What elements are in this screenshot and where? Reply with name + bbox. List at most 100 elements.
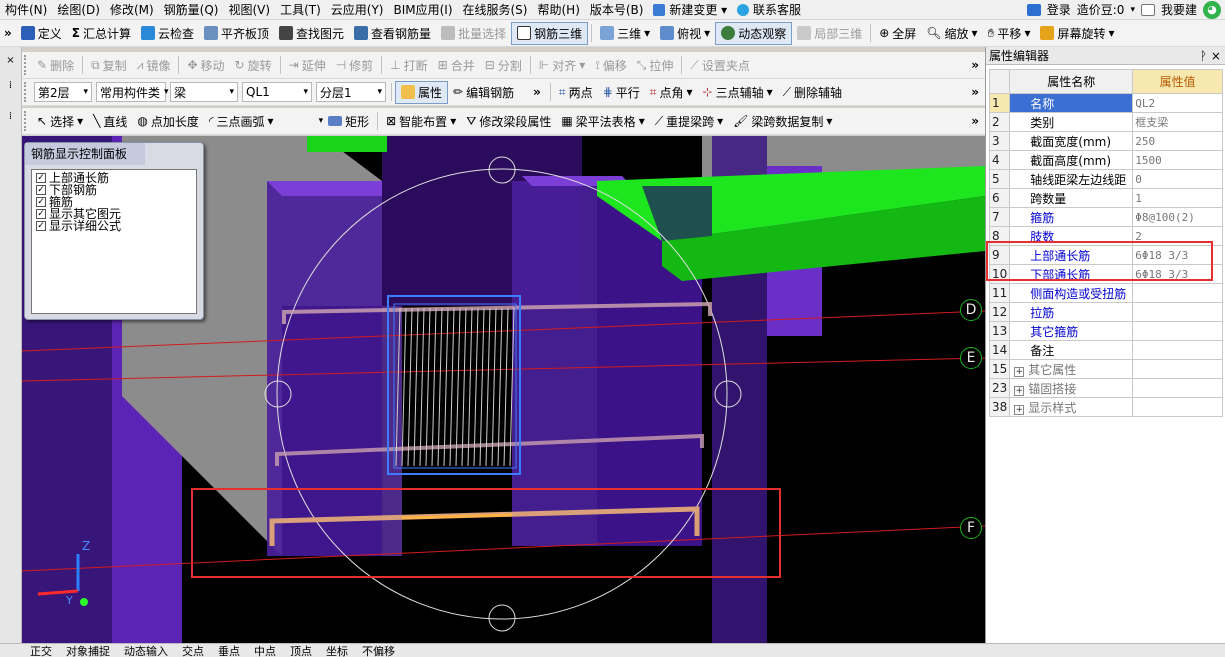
status-toggle[interactable]: 中点 [254, 644, 276, 657]
menu-item-contact[interactable]: 联系客服 [732, 1, 806, 18]
beans-dropdown-icon[interactable]: ▾ [1130, 5, 1135, 15]
pan-button[interactable]: ✋︎ 平移 ▾ [983, 22, 1036, 45]
option-show-formula[interactable]: ✓ 显示详细公式 [36, 220, 192, 232]
align-button[interactable]: ⊩ 对齐 ▾ [534, 54, 591, 77]
toolbar3-overflow[interactable]: » [965, 85, 985, 99]
status-toggle[interactable]: 顶点 [290, 644, 312, 657]
property-value[interactable]: QL2 [1132, 93, 1223, 113]
view-rebar-qty-button[interactable]: 查看钢筋量 [349, 22, 436, 45]
extend-button[interactable]: ⇥ 延伸 [284, 54, 331, 77]
three-point-arc-button[interactable]: ◜ 三点画弧 ▾ [204, 110, 279, 133]
trim-button[interactable]: ⊣ 修剪 [331, 54, 378, 77]
reextract-span-button[interactable]: ⟋ 重提梁跨 ▾ [650, 110, 728, 133]
flush-slab-top-button[interactable]: 平齐板顶 [199, 22, 274, 45]
dynamic-orbit-button[interactable]: 动态观察 [715, 21, 793, 45]
property-row[interactable]: 13 其它箍筋 [988, 321, 1223, 341]
move-button[interactable]: ✥ 移动 [182, 54, 229, 77]
parallel-button[interactable]: ⋕ 平行 [598, 81, 645, 104]
assistant-badge[interactable]: ◕ [1203, 0, 1221, 19]
toolbar2-overflow[interactable]: » [965, 58, 985, 72]
property-value[interactable] [1132, 302, 1223, 322]
menu-item-help[interactable]: 帮助(H) [532, 1, 584, 18]
two-points-button[interactable]: ⌗ 两点 [554, 81, 598, 104]
property-value[interactable]: 0 [1132, 169, 1223, 189]
beam-table-button[interactable]: ▦ 梁平法表格 ▾ [556, 110, 649, 133]
property-row[interactable]: 23 + 锚固搭接 [988, 378, 1223, 398]
menu-item-version[interactable]: 版本号(B) [585, 1, 649, 18]
expand-plus-icon[interactable]: + [1014, 385, 1025, 396]
merge-button[interactable]: ⊞ 合并 [433, 54, 480, 77]
status-toggle[interactable]: 坐标 [326, 644, 348, 657]
menu-item-online[interactable]: 在线服务(S) [458, 1, 533, 18]
property-value[interactable]: 1500 [1132, 150, 1223, 170]
status-toggle[interactable]: 动态输入 [124, 644, 168, 657]
property-value[interactable]: 1 [1132, 188, 1223, 208]
login-link[interactable]: 登录 [1047, 1, 1071, 18]
status-toggle[interactable]: 垂点 [218, 644, 240, 657]
mirror-button[interactable]: ⩘ 镜像 [132, 54, 176, 77]
category-select[interactable]: 常用构件类 ▾ [96, 82, 169, 102]
define-button[interactable]: 定义 [16, 22, 67, 45]
property-row[interactable]: 3 截面宽度(mm) 250 [988, 131, 1223, 151]
toolbar-grip[interactable] [24, 82, 30, 102]
point-angle-button[interactable]: ⌗ 点角 ▾ [645, 81, 698, 104]
property-row[interactable]: 5 轴线距梁左边线距 0 [988, 169, 1223, 189]
top-view-button[interactable]: 俯视 ▾ [655, 22, 715, 45]
local-3d-button[interactable]: 局部三维 [792, 22, 867, 45]
menu-item-rebar-quantity[interactable]: 钢筋量(Q) [159, 1, 224, 18]
smart-layout-button[interactable]: ⊠ 智能布置 ▾ [381, 110, 461, 133]
fullscreen-button[interactable]: ⊕ 全屏 [874, 22, 921, 45]
status-toggle[interactable]: 交点 [182, 644, 204, 657]
layer-select[interactable]: 分层1 ▾ [316, 82, 386, 102]
toolbar4-overflow[interactable]: » [965, 114, 985, 128]
batch-select-button[interactable]: 批量选择 [436, 22, 511, 45]
copy-button[interactable]: ⧉ 复制 [86, 54, 132, 77]
menu-item-draw[interactable]: 绘图(D) [52, 1, 105, 18]
property-value[interactable]: 框支梁 [1132, 112, 1223, 132]
delete-button[interactable]: ✎ 删除 [32, 54, 79, 77]
expand-plus-icon[interactable]: + [1014, 404, 1025, 415]
property-row[interactable]: 38 + 显示样式 [988, 397, 1223, 417]
property-row[interactable]: 11 侧面构造或受扭筋 [988, 283, 1223, 303]
zoom-button[interactable]: 🔍︎ 缩放 ▾ [921, 22, 982, 45]
property-row[interactable]: 2 类别 框支梁 [988, 112, 1223, 132]
property-value[interactable]: Φ8@100(2) [1132, 207, 1223, 227]
menu-item-bim[interactable]: BIM应用(I) [388, 1, 457, 18]
type-select[interactable]: 梁 ▾ [170, 82, 238, 102]
left-strip-grip[interactable]: ⁞ [0, 80, 21, 91]
element-select[interactable]: QL1 ▾ [242, 82, 312, 102]
property-row[interactable]: 7 箍筋 Φ8@100(2) [988, 207, 1223, 227]
property-value[interactable] [1132, 378, 1223, 398]
rectangle-button[interactable]: 矩形 [323, 110, 374, 133]
property-row[interactable]: 1 名称 QL2 [988, 93, 1223, 113]
line-button[interactable]: ╲ 直线 [88, 110, 132, 133]
property-value[interactable] [1132, 397, 1223, 417]
menu-item-modify[interactable]: 修改(M) [105, 1, 159, 18]
set-grip-button[interactable]: ⟋ 设置夹点 [685, 54, 754, 77]
three-point-axis-button[interactable]: ⊹ 三点辅轴 ▾ [698, 81, 778, 104]
rotate-element-button[interactable]: ↻ 旋转 [230, 54, 277, 77]
summary-calc-button[interactable]: Σ 汇总计算 [67, 22, 136, 45]
span-data-copy-button[interactable]: 🖌︎ 梁跨数据复制 ▾ [728, 110, 837, 133]
break-button[interactable]: ⊥ 打断 [385, 54, 432, 77]
3d-view-button[interactable]: 三维 ▾ [595, 22, 655, 45]
menu-item-view[interactable]: 视图(V) [223, 1, 275, 18]
property-value[interactable]: 250 [1132, 131, 1223, 151]
menu-item-new-change[interactable]: 新建变更 ▾ [648, 1, 732, 18]
property-row[interactable]: 14 备注 [988, 340, 1223, 360]
suggest-link[interactable]: 我要建 [1161, 1, 1197, 18]
menu-item-cloud[interactable]: 云应用(Y) [326, 1, 389, 18]
property-row[interactable]: 12 拉筋 [988, 302, 1223, 322]
toolbar3a-overflow[interactable]: » [527, 85, 547, 99]
offset-button[interactable]: ⟟ 偏移 [590, 54, 631, 77]
expand-plus-icon[interactable]: + [1014, 366, 1025, 377]
screen-rotate-button[interactable]: 屏幕旋转 ▾ [1035, 22, 1119, 45]
property-value[interactable] [1132, 321, 1223, 341]
cloud-check-button[interactable]: 云检查 [136, 22, 199, 45]
rebar-3d-button[interactable]: 钢筋三维 [511, 21, 589, 45]
property-value[interactable] [1132, 359, 1223, 379]
property-row[interactable]: 4 截面高度(mm) 1500 [988, 150, 1223, 170]
left-strip-toggle[interactable]: × [0, 55, 21, 66]
property-row[interactable]: 6 跨数量 1 [988, 188, 1223, 208]
pin-close-icon[interactable]: ᚹ × [1200, 47, 1225, 64]
